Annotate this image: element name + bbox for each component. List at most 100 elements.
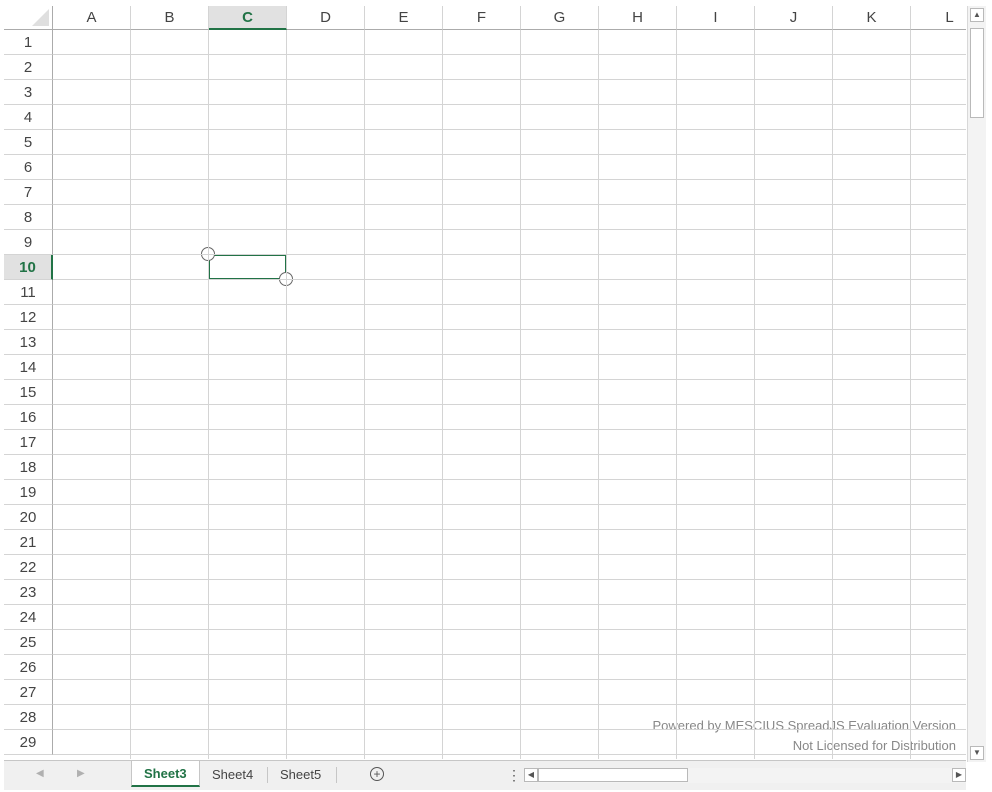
grid-vline [910,30,911,759]
column-header-g[interactable]: G [521,6,599,30]
row-header-8[interactable]: 8 [4,205,53,230]
sheet-tab-strip: ◀ ▶ Sheet3 Sheet4 Sheet5 + ⋮ ◀ ▶ [4,760,966,790]
column-header-c[interactable]: C [209,6,287,30]
grid-vline [754,30,755,759]
grid-hline [53,229,966,230]
column-header-e[interactable]: E [365,6,443,30]
tab-separator [336,767,337,783]
grid-hline [53,604,966,605]
grid-vline [442,30,443,759]
row-header-23[interactable]: 23 [4,580,53,605]
row-header-22[interactable]: 22 [4,555,53,580]
row-header-20[interactable]: 20 [4,505,53,530]
plus-circle-icon[interactable]: + [370,767,384,781]
grid-hline [53,579,966,580]
grid-hline [53,279,966,280]
row-header-9[interactable]: 9 [4,230,53,255]
row-header-16[interactable]: 16 [4,405,53,430]
vertical-dots-icon[interactable]: ⋮ [507,767,521,784]
tab-sheet5[interactable]: Sheet5 [268,761,333,787]
row-header-26[interactable]: 26 [4,655,53,680]
tab-sheet4[interactable]: Sheet4 [200,761,265,787]
row-header-21[interactable]: 21 [4,530,53,555]
column-header-b[interactable]: B [131,6,209,30]
grid-hline [53,754,966,755]
row-header-28[interactable]: 28 [4,705,53,730]
grid-hline [53,129,966,130]
column-header-d[interactable]: D [287,6,365,30]
column-header-f[interactable]: F [443,6,521,30]
row-header-10[interactable]: 10 [4,255,53,280]
grid-hline [53,529,966,530]
grid-hline [53,504,966,505]
row-header-5[interactable]: 5 [4,130,53,155]
column-header-l[interactable]: L [911,6,966,30]
column-header-a[interactable]: A [53,6,131,30]
grid-hline [53,479,966,480]
row-header-24[interactable]: 24 [4,605,53,630]
grid-vline [676,30,677,759]
grid-hline [53,704,966,705]
row-header-14[interactable]: 14 [4,355,53,380]
grid-hline [53,104,966,105]
row-header-4[interactable]: 4 [4,105,53,130]
grid-hline [53,654,966,655]
grid-hline [53,304,966,305]
row-header-25[interactable]: 25 [4,630,53,655]
row-header-6[interactable]: 6 [4,155,53,180]
row-header-15[interactable]: 15 [4,380,53,405]
grid-hline [53,79,966,80]
vertical-scroll-thumb[interactable] [970,28,984,118]
column-header-i[interactable]: I [677,6,755,30]
row-header-12[interactable]: 12 [4,305,53,330]
cell-area[interactable]: Powered by MESCIUS SpreadJS Evaluation V… [53,30,966,759]
select-all-corner[interactable] [4,6,53,30]
grid-hline [53,554,966,555]
row-header-17[interactable]: 17 [4,430,53,455]
grid-hline [53,379,966,380]
row-header-19[interactable]: 19 [4,480,53,505]
grid-hline [53,454,966,455]
select-all-triangle [32,9,49,26]
row-header-1[interactable]: 1 [4,30,53,55]
grid-vline [832,30,833,759]
active-cell-C10[interactable] [208,254,287,280]
column-header-k[interactable]: K [833,6,911,30]
row-header-7[interactable]: 7 [4,180,53,205]
grid-hline [53,254,966,255]
tab-sheet3[interactable]: Sheet3 [131,761,200,787]
grid-vline [130,30,131,759]
grid-hline [53,679,966,680]
watermark-text-2: Not Licensed for Distribution [792,738,956,753]
chevron-left-icon[interactable]: ◀ [36,768,44,779]
row-header-27[interactable]: 27 [4,680,53,705]
vertical-scrollbar[interactable]: ▲ ▼ [967,6,986,762]
column-header-j[interactable]: J [755,6,833,30]
horizontal-scrollbar[interactable]: ◀ ▶ [524,768,966,783]
grid-vline [286,30,287,759]
spreadsheet-app: ABCDEFGHIJKL 1 2 3 4 5 6 7 8 9 10 11 12 13 14 15 16 17 18… [0,0,992,792]
grid-hline [53,429,966,430]
row-header-13[interactable]: 13 [4,330,53,355]
triangle-left-icon[interactable]: ◀ [524,768,538,782]
triangle-up-icon[interactable]: ▲ [970,8,984,22]
sheet-grid[interactable]: ABCDEFGHIJKL 1 2 3 4 5 6 7 8 9 10 11 12 13 14 15 16 17 18… [4,6,966,759]
row-header-11[interactable]: 11 [4,280,53,305]
row-header-2[interactable]: 2 [4,55,53,80]
column-header-h[interactable]: H [599,6,677,30]
horizontal-scroll-thumb[interactable] [538,768,688,782]
grid-hline [53,154,966,155]
row-header-3[interactable]: 3 [4,80,53,105]
row-header-18[interactable]: 18 [4,455,53,480]
grid-hline [53,729,966,730]
triangle-right-icon[interactable]: ▶ [952,768,966,782]
grid-hline [53,629,966,630]
row-header-29[interactable]: 29 [4,730,53,755]
triangle-down-icon[interactable]: ▼ [970,746,984,760]
grid-hline [53,404,966,405]
column-headers: ABCDEFGHIJKL [53,6,966,30]
grid-vline [208,30,209,759]
grid-vline [598,30,599,759]
grid-hline [53,329,966,330]
chevron-right-icon[interactable]: ▶ [77,768,85,779]
